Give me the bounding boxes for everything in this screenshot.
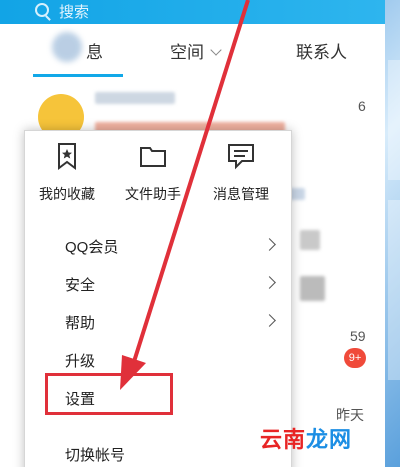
chevron-right-icon [263,238,276,251]
tab-active-indicator [33,74,123,77]
menu-item-label: 升级 [65,353,96,370]
search-icon [35,3,49,17]
main-menu-popup: 我的收藏 文件助手 消息管理 QQ会员 安全 帮助 升级 设置 切换帐号 [24,130,292,467]
chevron-down-icon [210,44,222,56]
qq-main-window: 搜索 息 空间 联系人 6 59 9+ 昨天 我的收藏 文件助手 消息管理 QQ… [0,0,385,467]
folder-icon [140,147,166,167]
tab-space-label: 空间 [170,43,204,62]
desktop-pane [388,200,400,380]
quick-action-label: 文件助手 [125,186,181,202]
menu-item-label: 帮助 [65,315,96,332]
quick-action-message-manager[interactable]: 消息管理 [201,141,281,204]
settings-highlight-box [45,373,173,415]
watermark-logo: 云南龙网 [260,422,352,454]
search-placeholder: 搜索 [59,4,90,21]
watermark-text-blue: 龙网 [306,427,353,452]
blur-block [300,230,320,250]
quick-action-favorites[interactable]: 我的收藏 [27,141,107,204]
contact-name-blur [95,92,175,104]
message-icon [228,144,254,170]
desktop-pane [388,60,400,180]
row-time: 6 [358,98,366,114]
chevron-right-icon [263,276,276,289]
tab-contacts[interactable]: 联系人 [296,38,347,63]
menu-item-qq-vip[interactable]: QQ会员 [25,228,291,266]
menu-item-label: 切换帐号 [65,447,126,464]
avatar-blur [52,32,82,62]
tab-bar: 息 空间 联系人 [0,24,385,84]
menu-item-security[interactable]: 安全 [25,266,291,304]
bookmark-icon [58,143,76,170]
search-bar[interactable]: 搜索 [0,0,385,24]
tab-space[interactable]: 空间 [170,38,222,63]
quick-action-label: 消息管理 [213,186,269,202]
menu-item-switch-account[interactable]: 切换帐号 [25,436,291,467]
menu-item-label: QQ会员 [65,239,119,256]
blur-block [300,276,325,301]
quick-action-label: 我的收藏 [39,186,95,202]
menu-item-help[interactable]: 帮助 [25,304,291,342]
watermark-text-red: 云南 [260,427,307,452]
tab-messages[interactable]: 息 [86,38,103,63]
menu-item-label: 安全 [65,277,96,294]
chevron-right-icon [263,314,276,327]
unread-badge: 9+ [344,348,366,368]
row-time: 59 [350,328,366,344]
quick-action-file-assistant[interactable]: 文件助手 [113,141,193,204]
